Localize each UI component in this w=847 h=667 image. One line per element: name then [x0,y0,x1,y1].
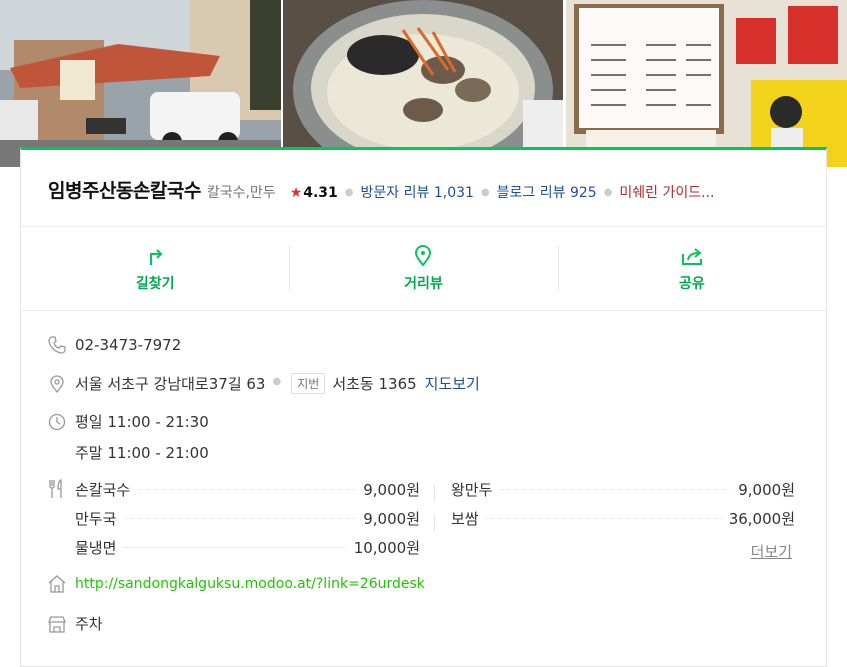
street-view-label: 거리뷰 [404,276,443,292]
blog-reviews-link[interactable]: 블로그 리뷰 925 [497,185,597,201]
menu-item-price: 9,000원 [363,509,420,528]
directions-button[interactable]: 길찾기 [21,228,289,310]
menu-item-name: 만두국 [75,509,117,528]
menu-item-name: 손칼국수 [75,480,131,499]
menu-item-name: 보쌈 [451,509,479,528]
map-pin-icon [47,374,67,394]
hours-row: 평일 11:00 - 21:30 [47,411,209,432]
directions-icon [150,249,163,265]
clam-noodle-soup-photo[interactable] [283,0,564,167]
menu-item-price: 36,000원 [728,509,795,528]
phone-number[interactable]: 02-3473-7972 [75,336,181,354]
lot-address-tag: 지번 [291,373,326,394]
menu-item: 물냉면 10,000원 [75,536,420,558]
weekday-hours: 평일 11:00 - 21:30 [75,413,209,431]
menu-item-name: 왕만두 [451,480,493,499]
photo-strip [0,0,847,167]
menu-item-price: 9,000원 [363,480,420,499]
menu-item-price: 9,000원 [738,480,795,499]
place-category: 칼국수,만두 [206,185,276,201]
address-row: 서울 서초구 강남대로37길 63 ● 지번 서초동 1365 지도보기 [47,373,480,394]
parking-row: 주차 [47,613,103,634]
place-name: 임병주산동손칼국수 [48,180,201,202]
clock-icon [47,412,67,432]
menu-icon-wrap [47,479,75,499]
weekend-hours: 주말 11:00 - 21:00 [75,444,209,462]
action-bar: 길찾기 거리뷰 공유 [21,228,826,311]
menu-more-link[interactable]: 더보기 [751,541,792,562]
menu-board-photo[interactable] [566,0,847,167]
weekend-hours-row: 주말 11:00 - 21:00 [75,442,209,463]
lot-address: 서초동 1365 [332,375,417,393]
share-label: 공유 [678,276,705,292]
menu-divider [434,485,435,502]
menu-item: 손칼국수 9,000원 [75,478,420,500]
place-header: 임병주산동손칼국수 칼국수,만두 ★4.31 ● 방문자 리뷰 1,031 ● 블로그 리뷰… [21,150,826,227]
store-icon [47,614,67,634]
fork-knife-icon [47,479,67,499]
menu-item-price: 10,000원 [353,538,420,557]
homepage-row: http://sandongkalguksu.modoo.at/?link=26… [47,574,425,594]
homepage-link[interactable]: http://sandongkalguksu.modoo.at/?link=26… [75,576,425,592]
street-view-button[interactable]: 거리뷰 [289,228,557,310]
menu-item: 보쌈 36,000원 [451,507,795,529]
share-icon [681,248,702,265]
michelin-guide-link[interactable]: 미쉐린 가이드... [619,185,714,201]
place-rating: 4.31 [303,185,338,201]
amenity-parking: 주차 [75,615,103,633]
menu-item: 만두국 9,000원 [75,507,420,529]
location-pin-icon [415,245,432,267]
home-icon [47,574,67,594]
map-view-link[interactable]: 지도보기 [425,373,480,394]
phone-row: 02-3473-7972 [47,335,181,355]
restaurant-exterior-photo[interactable] [0,0,281,167]
menu-divider [434,514,435,531]
share-button[interactable]: 공유 [557,228,826,310]
menu-item: 왕만두 9,000원 [451,478,795,500]
phone-icon [47,335,67,355]
menu-item-name: 물냉면 [75,538,117,557]
road-address: 서울 서초구 강남대로37길 63 [75,375,266,393]
place-info-card: 임병주산동손칼국수 칼국수,만두 ★4.31 ● 방문자 리뷰 1,031 ● 블로그 리뷰… [20,147,827,667]
visitor-reviews-link[interactable]: 방문자 리뷰 1,031 [361,185,474,201]
directions-label: 길찾기 [135,276,175,292]
star-icon: ★ [289,185,303,201]
